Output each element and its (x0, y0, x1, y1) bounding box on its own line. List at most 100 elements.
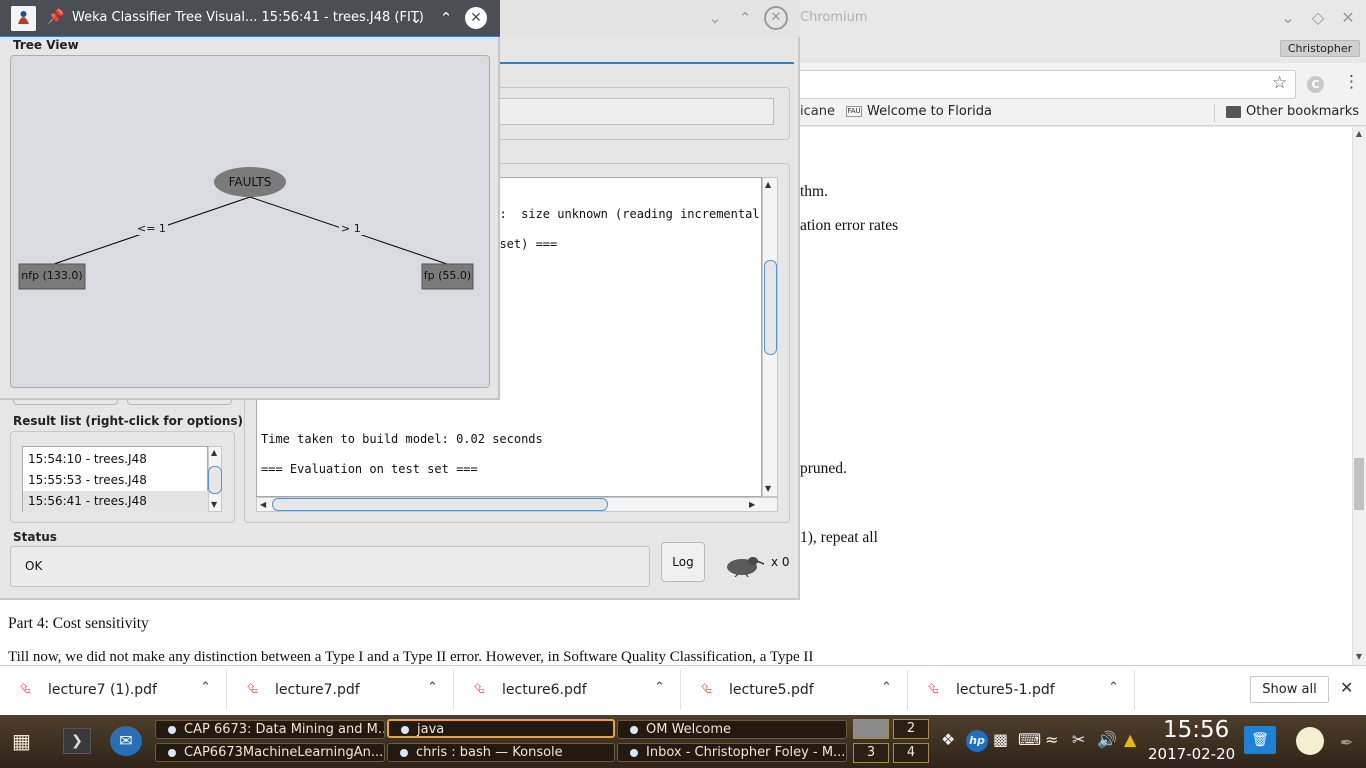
task-button[interactable]: CAP6673MachineLearningAn... (155, 743, 385, 762)
scroll-left-icon[interactable]: ◀ (260, 500, 266, 509)
root-node-label: FAULTS (228, 175, 272, 189)
download-filename: lecture5-1.pdf (956, 682, 1055, 698)
task-button[interactable]: java (387, 719, 615, 738)
pager-desktop-4[interactable]: 4 (893, 743, 929, 763)
task-button[interactable]: chris : bash — Konsole (387, 743, 615, 762)
output-vscroll-thumb[interactable] (764, 260, 777, 355)
task-button[interactable]: CAP 6673: Data Mining and M... (155, 720, 385, 739)
download-item[interactable]: ⮴ lecture7.pdf ⌃ (227, 670, 454, 710)
pager-desktop-1[interactable] (853, 719, 889, 739)
list-item[interactable]: 15:56:41 - trees.J48 (28, 494, 147, 508)
pdf-icon: ⮴ (247, 681, 259, 697)
clock-time[interactable]: 15:56 (1163, 717, 1229, 743)
printer-icon[interactable]: ▩ (993, 730, 1008, 749)
page-text-line: 1), repeat all (800, 529, 878, 546)
classifier-field[interactable] (490, 98, 774, 125)
pager-desktop-2[interactable]: 2 (893, 719, 929, 739)
dropbox-icon[interactable]: ❖ (941, 730, 955, 749)
pdf-icon: ⮴ (701, 681, 713, 697)
show-all-button[interactable]: Show all (1250, 676, 1329, 703)
tree-view-label: Tree View (13, 38, 79, 52)
notifications-arrow-icon[interactable]: ▲ (1124, 730, 1136, 749)
scroll-right-icon[interactable]: ▶ (749, 500, 755, 509)
log-button[interactable]: Log (661, 542, 705, 582)
bookmark-star-icon[interactable]: ☆ (1272, 73, 1287, 93)
explorer-maximize-icon[interactable]: ⌃ (734, 7, 756, 29)
chevron-up-icon[interactable]: ⌃ (1108, 680, 1119, 695)
pdf-icon: ⮴ (474, 681, 486, 697)
task-label: java (417, 722, 445, 737)
scroll-up-icon[interactable]: ▲ (1352, 127, 1366, 141)
profile-button[interactable]: Christopher (1280, 40, 1360, 57)
result-list[interactable]: 15:54:10 - trees.J48 15:55:53 - trees.J4… (22, 446, 208, 512)
scroll-up-icon[interactable]: ▲ (211, 448, 217, 457)
download-filename: lecture6.pdf (502, 682, 587, 698)
volume-icon[interactable]: 🔊 (1097, 730, 1117, 749)
tree-canvas[interactable]: FAULTS <= 1 > 1 nfp (133.0) fp (55.0) (10, 55, 490, 388)
chevron-up-icon[interactable]: ⌃ (427, 680, 438, 695)
download-filename: lecture7 (1).pdf (48, 682, 157, 698)
download-item[interactable]: ⮴ lecture5.pdf ⌃ (681, 670, 908, 710)
thunderbird-icon[interactable]: ✉ (110, 726, 142, 756)
output-hscroll-thumb[interactable] (272, 498, 608, 511)
scroll-down-icon[interactable]: ▼ (1352, 650, 1366, 664)
chrome-close-icon[interactable]: ✕ (1337, 7, 1359, 29)
bookmarks-divider (1214, 104, 1215, 122)
pdf-icon: ⮴ (20, 681, 32, 697)
edge-label: > 1 (339, 222, 363, 235)
scroll-down-icon[interactable]: ▼ (211, 500, 217, 509)
leaf-node-label: fp (55.0) (423, 269, 472, 282)
list-item[interactable]: 15:54:10 - trees.J48 (28, 452, 147, 466)
task-label: Inbox - Christopher Foley - M... (646, 745, 846, 760)
result-list-thumb[interactable] (208, 466, 222, 494)
result-list-label: Result list (right-click for options) (13, 414, 244, 428)
chrome-minimize-icon[interactable]: ⌄ (1277, 7, 1299, 29)
download-item[interactable]: ⮴ lecture5-1.pdf ⌃ (908, 670, 1135, 710)
bookmark-item[interactable]: icane (800, 104, 835, 119)
extension-icon[interactable]: C (1307, 76, 1324, 93)
download-item[interactable]: ⮴ lecture7 (1).pdf ⌃ (0, 670, 227, 710)
chrome-maximize-icon[interactable]: ◇ (1307, 7, 1329, 29)
wifi-icon[interactable]: ≈ (1045, 730, 1058, 749)
explorer-minimize-icon[interactable]: ⌄ (704, 7, 726, 29)
show-desktop-icon[interactable]: ❯ (63, 728, 91, 754)
scissors-icon[interactable]: ✂ (1072, 730, 1085, 749)
pager-desktop-3[interactable]: 3 (853, 743, 889, 763)
other-bookmarks[interactable]: Other bookmarks (1246, 104, 1359, 119)
close-icon[interactable]: ✕ (465, 7, 487, 29)
decision-tree-diagram (18, 167, 474, 290)
status-label: Status (13, 530, 57, 544)
chrome-menu-icon[interactable]: ⋮ (1343, 72, 1360, 92)
pdf-icon: ⮴ (928, 681, 940, 697)
scroll-down-icon[interactable]: ▼ (765, 484, 771, 493)
page-text-line: thm. (800, 183, 828, 200)
scroll-up-icon[interactable]: ▲ (765, 180, 771, 189)
panel-tool-icon[interactable]: ✒ (1340, 733, 1353, 752)
pin-icon[interactable]: 📌 (47, 9, 64, 25)
page-scrollbar[interactable] (1352, 127, 1366, 665)
close-icon[interactable]: ✕ (1340, 678, 1353, 697)
hp-icon[interactable]: hp (966, 730, 988, 752)
clock-date[interactable]: 2017-02-20 (1148, 745, 1235, 763)
page-text-line: Till now, we did not make any distinctio… (8, 649, 814, 665)
chevron-up-icon[interactable]: ⌃ (881, 680, 892, 695)
task-button[interactable]: Inbox - Christopher Foley - M... (617, 743, 847, 762)
chevron-up-icon[interactable]: ⌃ (200, 680, 211, 695)
minimize-icon[interactable]: ⌄ (405, 7, 427, 29)
download-filename: lecture5.pdf (729, 682, 814, 698)
keyboard-icon[interactable]: ⌨ (1018, 730, 1041, 749)
maximize-icon[interactable]: ⌃ (435, 7, 457, 29)
address-bar[interactable] (800, 70, 1296, 99)
page-scroll-thumb[interactable] (1354, 458, 1364, 510)
trash-icon[interactable]: 🗑 (1244, 726, 1276, 754)
list-item[interactable]: 15:55:53 - trees.J48 (28, 473, 147, 487)
explorer-close-icon[interactable]: ✕ (764, 6, 788, 30)
task-count: x 0 (771, 555, 790, 569)
task-button[interactable]: OM Welcome (617, 720, 847, 739)
app-launcher-icon[interactable]: ▦ (12, 729, 42, 753)
weather-icon[interactable] (1296, 727, 1324, 755)
bookmark-item[interactable]: Welcome to Florida (867, 104, 992, 119)
tree-window-title: Weka Classifier Tree Visual... 15:56:41 … (72, 10, 424, 25)
chevron-up-icon[interactable]: ⌃ (654, 680, 665, 695)
download-item[interactable]: ⮴ lecture6.pdf ⌃ (454, 670, 681, 710)
